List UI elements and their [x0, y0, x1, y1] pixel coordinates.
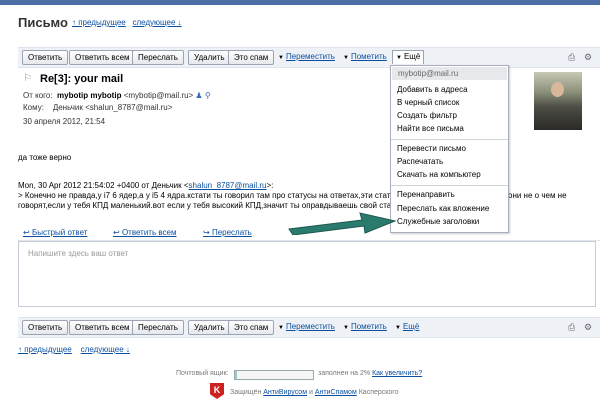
mark-dropdown[interactable]: ▼ Пометить: [343, 322, 387, 331]
flag-icon[interactable]: ⚐: [23, 73, 32, 84]
spam-button[interactable]: Это спам: [228, 320, 275, 335]
forward-button[interactable]: Переслать: [132, 50, 184, 65]
from-label: От кого:: [23, 91, 53, 100]
mark-dropdown[interactable]: ▼ Пометить: [343, 52, 387, 61]
sender-avatar: [534, 72, 582, 130]
to-label: Кому:: [23, 103, 44, 112]
mailbox-quota-fill: [235, 371, 237, 379]
antivirus-link[interactable]: АнтиВирусом: [263, 389, 307, 396]
settings-icon[interactable]: ⚙: [584, 52, 592, 63]
menu-divider: [391, 139, 508, 140]
message-date: 30 апреля 2012, 21:54: [23, 117, 106, 126]
annotation-arrow: [288, 212, 397, 235]
quote-header: Mon, 30 Apr 2012 21:54:02 +0400 от Деньч…: [18, 181, 274, 190]
chevron-down-icon: ▼: [343, 325, 349, 331]
page-title: Письмо: [18, 15, 68, 30]
increase-quota-link[interactable]: Как увеличить?: [372, 370, 422, 377]
from-row: От кого: mybotip mybotip <mybotip@mail.r…: [23, 91, 211, 100]
reply-all-link[interactable]: ↩ Ответить всем: [113, 228, 176, 237]
next-message-link[interactable]: следующее ↓: [81, 345, 130, 354]
reply-button[interactable]: Ответить: [22, 320, 69, 335]
forward-icon: ↪: [203, 228, 210, 237]
menu-item-forward-as-attachment[interactable]: Переслать как вложение: [397, 204, 489, 213]
menu-item-print[interactable]: Распечатать: [397, 157, 443, 166]
menu-item-add-to-contacts[interactable]: Добавить в адреса: [397, 85, 468, 94]
quote-line: > Конечно не правда,у i7 6 ядер,а у i5 4…: [18, 191, 395, 200]
reply-all-button[interactable]: Ответить всем: [69, 50, 136, 65]
sender-name[interactable]: mybotip mybotip: [57, 91, 121, 100]
mailbox-quota-bar: [234, 370, 314, 380]
reply-textarea[interactable]: Напишите здесь ваш ответ: [18, 241, 596, 307]
settings-icon[interactable]: ⚙: [584, 322, 592, 333]
kaspersky-logo: K: [210, 383, 224, 399]
menu-divider: [391, 185, 508, 186]
forward-link[interactable]: ↪ Переслать: [203, 228, 252, 237]
to-row: Кому: Деньчик <shalun_8787@mail.ru>: [23, 103, 172, 112]
reply-icon: ↩: [23, 228, 30, 237]
menu-item-download[interactable]: Скачать на компьютер: [397, 170, 481, 179]
message-navigation: ↑ предыдущее следующее ↓: [72, 18, 182, 27]
sender-email: <mybotip@mail.ru>: [123, 91, 194, 100]
more-dropdown[interactable]: ▼ Ещё: [392, 50, 425, 64]
top-nav-bar: [0, 0, 600, 5]
spam-button[interactable]: Это спам: [228, 50, 275, 65]
more-dropdown[interactable]: ▼ Ещё: [395, 322, 419, 331]
message-toolbar-bottom: Ответить Ответить всем Переслать Удалить…: [18, 317, 600, 338]
reply-all-button[interactable]: Ответить всем: [69, 320, 136, 335]
message-body-line: да тоже верно: [18, 153, 72, 162]
chevron-down-icon: ▼: [395, 325, 401, 331]
quote-line-tail: они не о чем не: [508, 191, 567, 200]
move-dropdown[interactable]: ▼ Переместить: [278, 322, 335, 331]
search-icon[interactable]: ⚲: [205, 91, 211, 100]
message-toolbar-top: Ответить Ответить всем Переслать Удалить…: [18, 47, 600, 68]
menu-item-service-headers[interactable]: Служебные заголовки: [397, 217, 479, 226]
protection-text: Защищён АнтиВирусом и АнтиСпамом Касперс…: [230, 389, 399, 396]
menu-item-blacklist[interactable]: В черный список: [397, 98, 459, 107]
chevron-down-icon: ▼: [396, 55, 402, 61]
mailbox-label: Почтовый ящик:: [176, 370, 229, 377]
previous-message-link[interactable]: ↑ предыдущее: [18, 345, 72, 354]
recipient: Деньчик <shalun_8787@mail.ru>: [52, 103, 173, 112]
printer-icon[interactable]: ⎙: [568, 322, 575, 333]
message-navigation-bottom: ↑ предыдущее следующее ↓: [18, 345, 130, 354]
delete-button[interactable]: Удалить: [188, 320, 231, 335]
reply-placeholder: Напишите здесь ваш ответ: [28, 249, 129, 258]
reply-button[interactable]: Ответить: [22, 50, 69, 65]
next-message-link[interactable]: следующее ↓: [132, 18, 181, 27]
previous-message-link[interactable]: ↑ предыдущее: [72, 18, 126, 27]
chevron-down-icon: ▼: [278, 325, 284, 331]
forward-button[interactable]: Переслать: [132, 320, 184, 335]
menu-item-redirect[interactable]: Перенаправить: [397, 190, 455, 199]
mailbox-footer-text: заполнен на 2% Как увеличить?: [318, 370, 423, 377]
more-dropdown-menu: mybotip@mail.ru Добавить в адреса В черн…: [390, 65, 509, 233]
reply-all-icon: ↩: [113, 228, 120, 237]
quick-reply-link[interactable]: ↩ Быстрый ответ: [23, 228, 87, 237]
menu-item-translate[interactable]: Перевести письмо: [397, 144, 466, 153]
antispam-link[interactable]: АнтиСпамом: [315, 389, 357, 396]
delete-button[interactable]: Удалить: [188, 50, 231, 65]
message-subject: Re[3]: your mail: [40, 73, 124, 85]
quoted-sender-email[interactable]: shalun_8787@mail.ru: [189, 181, 267, 190]
chevron-down-icon: ▼: [343, 55, 349, 61]
move-dropdown[interactable]: ▼ Переместить: [278, 52, 335, 61]
chevron-down-icon: ▼: [278, 55, 284, 61]
menu-item-create-filter[interactable]: Создать фильтр: [397, 111, 457, 120]
menu-account-email: mybotip@mail.ru: [392, 67, 507, 80]
menu-item-find-all[interactable]: Найти все письма: [397, 124, 464, 133]
add-contact-icon[interactable]: ♟: [195, 91, 202, 100]
printer-icon[interactable]: ⎙: [568, 52, 575, 63]
